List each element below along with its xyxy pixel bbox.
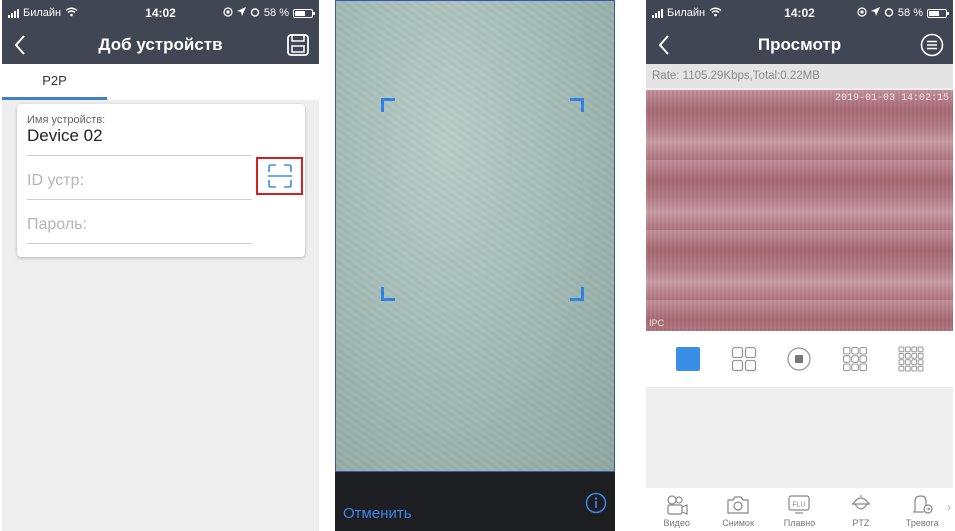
scan-icon [267, 164, 292, 188]
quad-view-icon [731, 346, 756, 372]
svg-text:FLU: FLU [793, 502, 806, 509]
chevron-left-icon [658, 35, 669, 55]
scan-frame-corner-top-left [381, 98, 395, 112]
wifi-icon [709, 7, 722, 20]
page-title: Доб устройств [98, 35, 223, 54]
tab-bar: P2P [2, 64, 319, 100]
camera-icon [727, 496, 749, 514]
battery-icon [293, 8, 315, 18]
screenshot-stage: Билайн 14:02 58 % Доб устройств P2P Имя … [0, 0, 955, 531]
device-name-value: Device 02 [27, 126, 103, 145]
battery-percent: 58 % [897, 7, 923, 19]
single-view-button[interactable] [675, 346, 701, 372]
bottom-toolbar: Видео Снимок FLU Плавно PTZ Тревога [646, 488, 953, 531]
single-view-icon [675, 347, 700, 371]
nav-bar: Просмотр [646, 26, 953, 64]
video-record-label: Видео [663, 518, 690, 528]
video-camera-icon [667, 495, 688, 515]
menu-button[interactable] [919, 32, 945, 58]
info-button[interactable] [585, 492, 607, 514]
wifi-icon [65, 7, 78, 20]
preview-screen: Билайн 14:02 58 % Просмотр Rate: 1105.29… [646, 0, 953, 531]
qr-scanner-screen: Отменить [335, 0, 615, 531]
bitrate-info: Rate: 1105.29Kbps,Total:0.22MB [646, 64, 953, 88]
signal-icon [652, 8, 663, 18]
chevron-right-icon[interactable]: › [947, 500, 951, 514]
save-button[interactable] [285, 32, 311, 58]
record-icon [787, 347, 812, 371]
page-title: Просмотр [757, 35, 842, 54]
location-icon [236, 7, 246, 19]
alarm-clock-icon [884, 7, 894, 20]
video-channel-label: IPC [649, 318, 665, 328]
tab-p2p[interactable]: P2P [2, 64, 107, 100]
ptz-button[interactable]: PTZ [835, 494, 887, 528]
alarm-label: Тревога [905, 518, 939, 528]
password-input[interactable] [27, 216, 252, 234]
device-name-label: Имя устройств: [27, 114, 106, 126]
device-id-input[interactable] [27, 172, 252, 190]
alarm-button[interactable]: Тревога [896, 494, 948, 528]
orientation-lock-icon [857, 6, 867, 20]
password-field [27, 208, 252, 244]
alarm-icon [913, 495, 933, 514]
sixteen-view-icon [898, 346, 924, 372]
orientation-lock-icon [223, 6, 233, 20]
fluency-label: Плавно [783, 518, 816, 528]
cancel-button[interactable]: Отменить [343, 505, 412, 522]
scan-frame-corner-bottom-left [381, 287, 395, 301]
device-form-card: Имя устройств: Device 02 [17, 104, 305, 257]
record-button[interactable] [786, 346, 812, 372]
nine-view-button[interactable] [842, 346, 868, 372]
nav-bar: Доб устройств [2, 26, 319, 64]
scanner-bottom-bar [335, 472, 615, 531]
signal-icon [8, 8, 19, 18]
status-bar: Билайн 14:02 58 % [2, 0, 319, 26]
ptz-label: PTZ [852, 518, 870, 528]
status-bar: Билайн 14:02 58 % [646, 0, 953, 26]
video-record-button[interactable]: Видео [651, 494, 703, 528]
fluency-button[interactable]: FLU Плавно [773, 494, 825, 528]
scan-frame-corner-top-right [570, 98, 584, 112]
scan-frame-corner-bottom-right [570, 287, 584, 301]
layout-selector [646, 331, 953, 387]
battery-icon [927, 8, 949, 18]
sixteen-view-button[interactable] [898, 346, 924, 372]
device-id-field [27, 166, 252, 200]
status-right: 58 % [223, 6, 315, 20]
video-timestamp: 2019-01-03 14:02:15 [834, 93, 949, 104]
location-icon [870, 7, 880, 19]
battery-percent: 58 % [263, 7, 289, 19]
scan-qr-button[interactable] [256, 157, 303, 195]
add-device-screen: Билайн 14:02 58 % Доб устройств P2P Имя … [2, 0, 319, 531]
nine-view-icon [843, 346, 868, 372]
save-icon [287, 34, 309, 56]
back-button[interactable] [10, 32, 32, 58]
carrier: Билайн [8, 7, 78, 20]
carrier: Билайн [652, 7, 722, 20]
info-icon [585, 492, 607, 514]
alarm-clock-icon [250, 7, 260, 20]
device-name-field[interactable]: Имя устройств: Device 02 [27, 114, 252, 156]
ptz-icon [851, 495, 870, 510]
quad-view-button[interactable] [731, 346, 757, 372]
fluency-icon: FLU [788, 495, 811, 514]
menu-icon [920, 33, 944, 57]
chevron-left-icon [14, 35, 25, 55]
camera-viewfinder [335, 0, 615, 472]
carrier-name: Билайн [23, 7, 62, 19]
video-preview[interactable]: 2019-01-03 14:02:15 IPC [646, 90, 953, 331]
status-right: 58 % [857, 6, 949, 20]
snapshot-button[interactable]: Снимок [712, 494, 764, 528]
snapshot-label: Снимок [722, 518, 754, 528]
carrier-name: Билайн [667, 7, 706, 19]
back-button[interactable] [654, 32, 676, 58]
